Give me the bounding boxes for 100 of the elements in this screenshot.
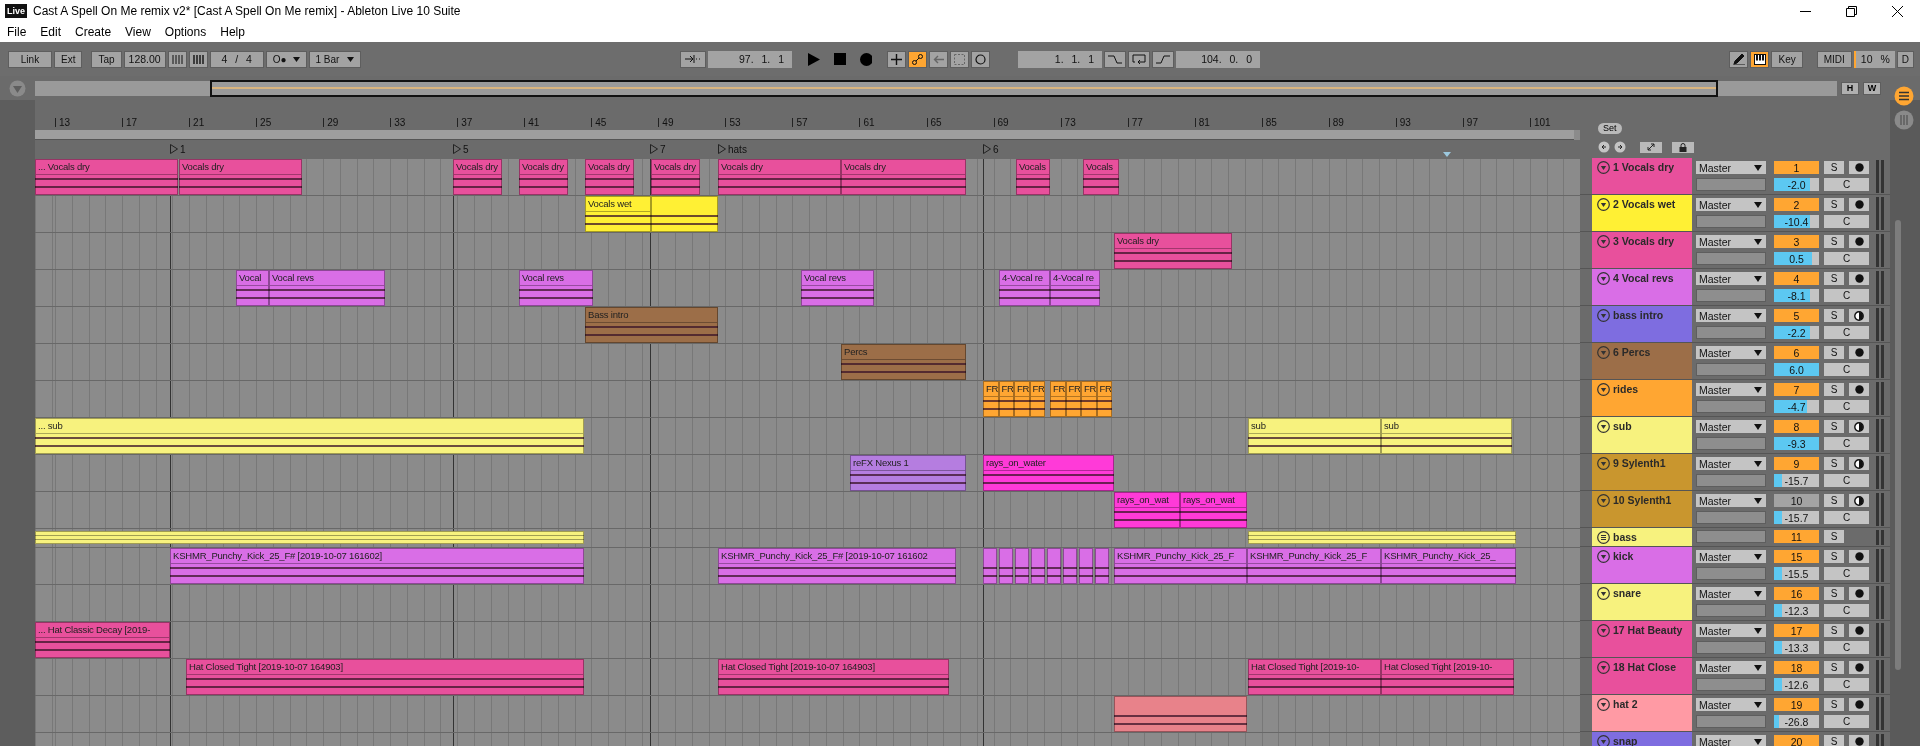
routing-channel-field[interactable] xyxy=(1696,252,1766,265)
output-routing-dropdown[interactable]: Master xyxy=(1696,161,1766,174)
volume-field[interactable]: -15.7 xyxy=(1774,511,1819,524)
volume-field[interactable]: -2.2 xyxy=(1774,326,1819,339)
solo-button[interactable]: S xyxy=(1824,161,1844,174)
clip[interactable]: Vocals dry xyxy=(651,159,700,195)
track-activator-button[interactable]: 3 xyxy=(1774,235,1819,248)
clip[interactable]: Vocals dry xyxy=(519,159,568,195)
clip[interactable]: ... sub xyxy=(35,418,584,454)
clip[interactable]: Hat Closed Tight [2019-10-07 164903] xyxy=(718,659,949,695)
routing-channel-field[interactable] xyxy=(1696,678,1766,691)
clip[interactable]: Vocals dry xyxy=(179,159,302,195)
solo-button[interactable]: S xyxy=(1824,587,1844,600)
scroll-bar[interactable] xyxy=(1895,220,1901,670)
expand-tracks-button[interactable] xyxy=(1640,141,1662,153)
output-routing-dropdown[interactable]: Master xyxy=(1696,272,1766,285)
solo-button[interactable]: S xyxy=(1824,661,1844,674)
track-activator-button[interactable]: 17 xyxy=(1774,624,1819,637)
key-map-button[interactable]: Key xyxy=(1771,50,1803,68)
clip[interactable]: Hat Closed Tight [2019-10- xyxy=(1381,659,1514,695)
arm-button[interactable] xyxy=(1849,698,1869,711)
clip[interactable]: Vocals dry xyxy=(453,159,502,195)
arrangement-overview[interactable] xyxy=(35,80,1837,96)
output-routing-dropdown[interactable]: Master xyxy=(1696,346,1766,359)
solo-button[interactable]: S xyxy=(1824,530,1844,543)
clip[interactable]: rays_on_wat xyxy=(1180,492,1247,528)
routing-channel-field[interactable] xyxy=(1696,178,1766,191)
track-activator-button[interactable]: 18 xyxy=(1774,661,1819,674)
solo-button[interactable]: S xyxy=(1824,272,1844,285)
volume-field[interactable]: 6.0 xyxy=(1774,363,1819,376)
track-name-block[interactable]: 9 Sylenth1 xyxy=(1592,454,1692,490)
solo-button[interactable]: S xyxy=(1824,624,1844,637)
track-name-block[interactable]: 3 Vocals dry xyxy=(1592,232,1692,268)
follow-arrow-button[interactable] xyxy=(680,50,706,68)
track-name-block[interactable]: snare xyxy=(1592,584,1692,620)
volume-field[interactable]: 0.5 xyxy=(1774,252,1819,265)
menu-item[interactable]: Edit xyxy=(33,25,69,39)
routing-channel-field[interactable] xyxy=(1696,437,1766,450)
clip[interactable]: Bass intro xyxy=(585,307,718,343)
loop-length-field[interactable]: 104. 0. 0 xyxy=(1176,50,1260,68)
locator-marker[interactable]: hats xyxy=(718,143,747,155)
browser-list-icon[interactable] xyxy=(1894,86,1914,106)
output-routing-dropdown[interactable]: Master xyxy=(1696,550,1766,563)
zoom-button[interactable]: W xyxy=(1863,81,1881,95)
output-routing-dropdown[interactable]: Master xyxy=(1696,735,1766,746)
clip[interactable]: KSHMR_Punchy_Kick_25_F# [2019-10-07 161602 xyxy=(718,548,956,584)
solo-button[interactable]: S xyxy=(1824,735,1844,746)
menu-item[interactable]: Create xyxy=(68,25,119,39)
track-name-block[interactable]: hat 2 xyxy=(1592,695,1692,731)
previous-locator-icon[interactable] xyxy=(1598,141,1610,153)
clip[interactable]: Vocals xyxy=(1083,159,1119,195)
track-activator-button[interactable]: 19 xyxy=(1774,698,1819,711)
locator-marker[interactable]: 6 xyxy=(983,143,999,155)
clip[interactable]: Vocals dry xyxy=(718,159,841,195)
track-activator-button[interactable]: 16 xyxy=(1774,587,1819,600)
track-activator-button[interactable]: 7 xyxy=(1774,383,1819,396)
pan-field[interactable]: C xyxy=(1824,363,1869,376)
quantization-dropdown[interactable]: 1 Bar xyxy=(308,50,362,68)
clip[interactable]: FR xyxy=(1081,381,1097,417)
solo-button[interactable]: S xyxy=(1824,698,1844,711)
nudge-down-button[interactable] xyxy=(167,50,187,68)
track-name-block[interactable]: 18 Hat Close xyxy=(1592,658,1692,694)
clip[interactable]: Vocal revs xyxy=(801,270,874,306)
pan-field[interactable]: C xyxy=(1824,604,1869,617)
clip[interactable]: sub xyxy=(1381,418,1512,454)
loop-start-field[interactable]: 1. 1. 1 xyxy=(1018,50,1102,68)
clip[interactable] xyxy=(1063,548,1077,584)
pan-field[interactable]: C xyxy=(1824,326,1869,339)
track-activator-button[interactable]: 15 xyxy=(1774,550,1819,563)
arm-button[interactable] xyxy=(1849,235,1869,248)
volume-field[interactable]: -2.0 xyxy=(1774,178,1819,191)
track-activator-button[interactable]: 10 xyxy=(1774,494,1819,507)
locator-marker[interactable]: 7 xyxy=(650,143,666,155)
routing-channel-field[interactable] xyxy=(1696,567,1766,580)
clip[interactable] xyxy=(1031,548,1045,584)
arm-button[interactable] xyxy=(1849,587,1869,600)
clip[interactable]: ... Hat Classic Decay [2019- xyxy=(35,622,170,658)
zoom-button[interactable]: H xyxy=(1841,81,1859,95)
time-signature-field[interactable]: 4 / 4 xyxy=(209,50,264,68)
clip[interactable]: Vocal revs xyxy=(269,270,385,306)
volume-field[interactable]: -12.3 xyxy=(1774,604,1819,617)
clip[interactable]: Vocal revs xyxy=(519,270,593,306)
routing-channel-field[interactable] xyxy=(1696,715,1766,728)
clip[interactable] xyxy=(1095,548,1109,584)
automation-arm-button[interactable] xyxy=(908,50,927,68)
arm-button[interactable] xyxy=(1849,624,1869,637)
arm-button[interactable] xyxy=(1849,494,1869,507)
loop-bar[interactable] xyxy=(35,130,1574,140)
solo-button[interactable]: S xyxy=(1824,198,1844,211)
track-activator-button[interactable]: 8 xyxy=(1774,420,1819,433)
solo-button[interactable]: S xyxy=(1824,494,1844,507)
arm-button[interactable] xyxy=(1849,161,1869,174)
arm-button[interactable] xyxy=(1849,735,1869,746)
clip[interactable] xyxy=(1079,548,1093,584)
routing-channel-field[interactable] xyxy=(1696,215,1766,228)
track-name-block[interactable]: rides xyxy=(1592,380,1692,416)
clip[interactable] xyxy=(983,548,997,584)
volume-field[interactable]: -8.1 xyxy=(1774,289,1819,302)
volume-field[interactable]: -15.7 xyxy=(1774,474,1819,487)
arm-button[interactable] xyxy=(1849,346,1869,359)
